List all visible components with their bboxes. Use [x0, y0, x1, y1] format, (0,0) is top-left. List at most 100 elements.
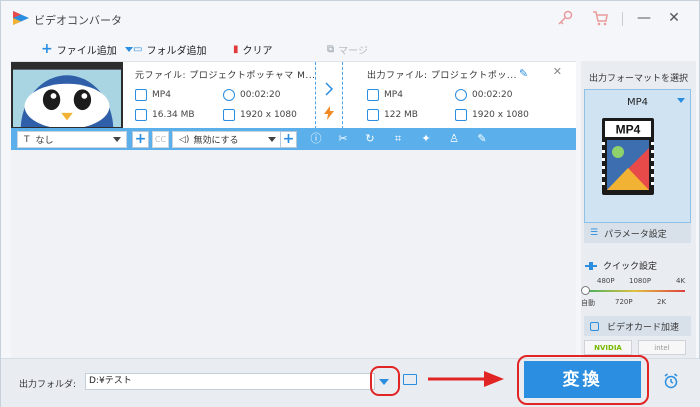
clear-button[interactable]: ▮ クリア	[233, 41, 273, 57]
source-duration-value: 00:02:20	[240, 90, 281, 100]
plus-icon: +	[41, 41, 53, 57]
convert-button[interactable]: 変換	[524, 361, 641, 398]
gpu-acceleration-label: ビデオカード加速	[607, 322, 680, 333]
output-format: MP4	[367, 89, 403, 101]
folder-plus-icon: ▭	[133, 43, 143, 55]
text-icon: T	[24, 134, 30, 145]
audio-dropdown[interactable]: ◁) 無効にする	[172, 131, 282, 148]
quality-tick-1080p: 1080P	[629, 277, 652, 285]
quality-slider-handle[interactable]	[581, 286, 590, 295]
merge-icon: ⧉	[327, 43, 335, 55]
output-format-title: 出力フォーマットを選択	[588, 74, 688, 84]
chevron-down-icon	[379, 379, 389, 385]
conversion-divider	[315, 62, 343, 129]
scissors-icon[interactable]: ✂	[337, 133, 349, 145]
pointer-arrow-icon	[428, 371, 504, 387]
info-icon[interactable]: ⓘ	[310, 133, 322, 145]
lightning-icon	[324, 106, 334, 120]
cart-icon[interactable]	[591, 9, 609, 27]
output-duration-value: 00:02:20	[472, 90, 513, 100]
watermark-icon[interactable]: ♙	[448, 133, 460, 145]
chip-icon	[590, 321, 599, 331]
quick-settings-text: クイック設定	[603, 262, 658, 272]
file-item[interactable]: 元ファイル: プロジェクトポッチャマ M... 出力ファイル: プロジェクトポッ…	[11, 61, 576, 129]
output-folder-field[interactable]: D:¥テスト	[85, 373, 375, 390]
quality-tick-2k: 2K	[657, 298, 667, 306]
crop-icon[interactable]: ⌗	[392, 133, 404, 145]
clock-icon	[223, 89, 235, 101]
merge-button[interactable]: ⧉ マージ	[327, 41, 368, 57]
selected-format: MP4	[626, 97, 649, 108]
source-size: 16.34 MB	[135, 109, 195, 121]
app-logo-icon	[13, 11, 29, 25]
add-file-label: ファイル追加	[56, 45, 117, 57]
quick-settings-label: クイック設定	[585, 259, 657, 272]
output-resolution-value: 1920 x 1080	[472, 110, 529, 120]
merge-label: マージ	[338, 45, 368, 57]
format-selector[interactable]: MP4 MP4	[584, 89, 691, 223]
quality-slider-track[interactable]	[585, 290, 685, 292]
source-format-value: MP4	[152, 90, 171, 100]
subtitle-dropdown[interactable]: T なし	[17, 131, 127, 148]
bottom-bar: 出力フォルダ: D:¥テスト 変換	[1, 355, 700, 407]
remove-file-icon[interactable]: ✕	[553, 65, 562, 78]
output-size-value: 122 MB	[384, 110, 418, 120]
add-folder-button[interactable]: ▭ フォルダ追加	[133, 41, 206, 57]
chevron-down-icon	[113, 137, 121, 142]
video-thumbnail[interactable]	[11, 62, 123, 129]
app-title: ビデオコンバータ	[34, 14, 122, 27]
parameter-settings-button[interactable]: ☰ パラメータ設定	[584, 223, 691, 243]
clock-icon	[455, 89, 467, 101]
quality-tick-auto: 自動	[581, 299, 595, 307]
parameter-settings-label: パラメータ設定	[604, 229, 667, 240]
chevron-right-icon	[325, 82, 334, 96]
intel-badge: intel	[638, 340, 686, 355]
subtitle-edit-icon[interactable]: ✎	[476, 133, 488, 145]
minimize-icon[interactable]: —	[636, 10, 652, 26]
key-icon[interactable]	[556, 9, 574, 27]
edit-toolbar: T なし + CC ◁) 無効にする + ⓘ ✂ ↻ ⌗ ✦ ♙ ✎	[11, 128, 576, 150]
output-folder-dropdown-button[interactable]	[377, 375, 391, 387]
effects-wand-icon[interactable]: ✦	[420, 133, 432, 145]
subtitle-value: なし	[35, 136, 54, 146]
cc-icon[interactable]: CC	[152, 131, 169, 148]
titlebar-divider	[622, 12, 623, 26]
resolution-icon	[455, 109, 467, 121]
output-resolution: 1920 x 1080	[455, 109, 529, 121]
output-format-value: MP4	[384, 90, 403, 100]
open-folder-icon[interactable]	[403, 374, 417, 385]
quality-tick-480p: 480P	[597, 277, 615, 285]
quality-tick-4k: 4K	[676, 277, 686, 285]
add-folder-label: フォルダ追加	[146, 45, 207, 57]
output-duration: 00:02:20	[455, 89, 512, 101]
source-size-value: 16.34 MB	[152, 110, 195, 120]
chevron-down-icon	[268, 137, 276, 142]
gpu-acceleration-button[interactable]: ビデオカード加速	[584, 316, 691, 336]
add-file-button[interactable]: + ファイル追加	[41, 41, 133, 57]
mp4-format-image: MP4	[602, 118, 654, 195]
clear-label: クリア	[242, 45, 273, 57]
slider-icon	[585, 261, 597, 270]
chevron-down-icon	[677, 98, 685, 103]
speaker-icon: ◁)	[179, 134, 190, 145]
add-subtitle-button[interactable]: +	[132, 131, 149, 148]
source-duration: 00:02:20	[223, 89, 280, 101]
file-list-area[interactable]	[11, 150, 576, 358]
output-folder-label: 出力フォルダ:	[19, 380, 77, 390]
output-file-name: 出力ファイル: プロジェクトポッ...	[367, 71, 517, 81]
add-audio-button[interactable]: +	[280, 131, 297, 148]
nvidia-badge: NVIDIA	[584, 340, 632, 355]
edit-name-icon[interactable]: ✎	[519, 67, 528, 80]
source-format: MP4	[135, 89, 171, 101]
close-icon[interactable]: ✕	[666, 10, 682, 26]
quality-tick-720p: 720P	[615, 298, 633, 306]
resolution-icon	[223, 109, 235, 121]
source-file-name: 元ファイル: プロジェクトポッチャマ M...	[135, 71, 316, 81]
add-file-dropdown-icon[interactable]	[124, 46, 133, 52]
alarm-clock-icon[interactable]	[663, 373, 679, 389]
format-icon	[367, 89, 379, 101]
rotate-icon[interactable]: ↻	[364, 133, 376, 145]
audio-value: 無効にする	[193, 136, 239, 146]
trash-icon: ▮	[233, 43, 239, 55]
output-format-panel: 出力フォーマットを選択 MP4 MP4 ☰ パラメータ設定 クイック設定 480…	[581, 61, 696, 358]
